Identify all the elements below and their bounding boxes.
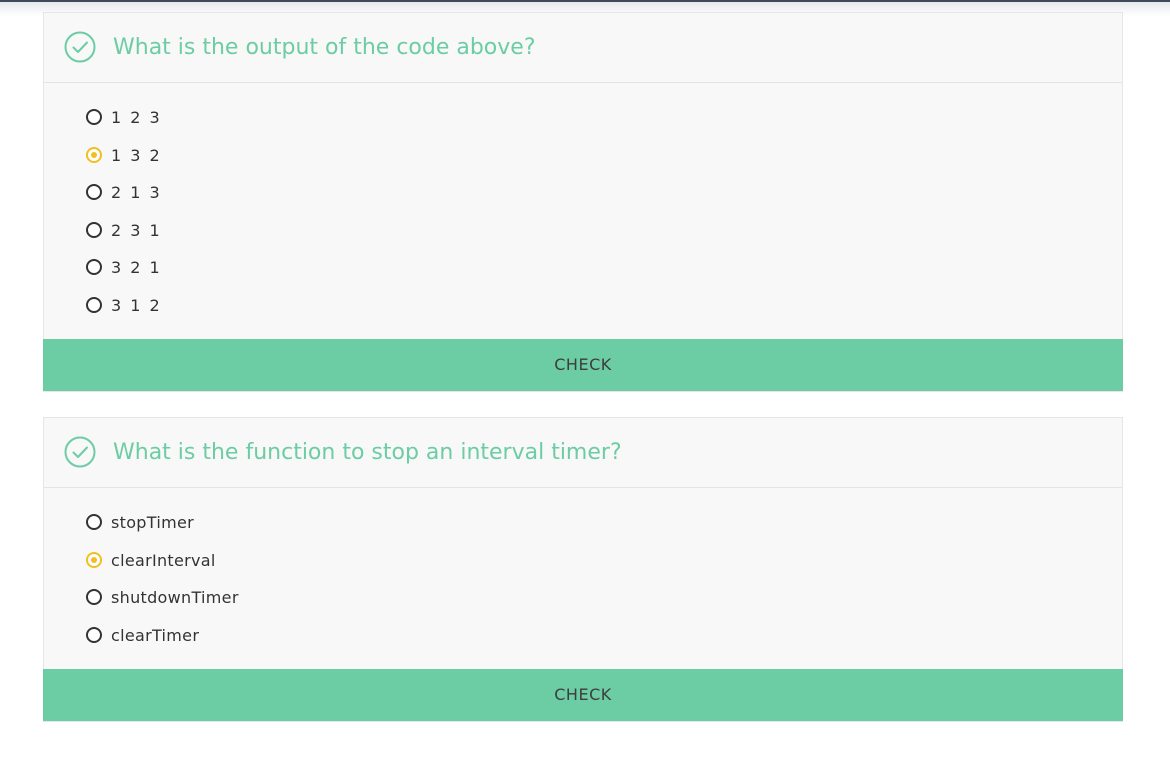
check-button[interactable]: CHECK [43,339,1123,391]
option-label: 1 3 2 [111,145,162,165]
option-radio[interactable]: clearTimer [86,625,199,645]
quiz-header: What is the output of the code above? [44,13,1122,83]
option-label: shutdownTimer [111,587,239,607]
option-radio[interactable]: shutdownTimer [86,587,239,607]
check-button[interactable]: CHECK [43,669,1123,721]
radio-button[interactable] [86,184,102,200]
option-radio[interactable]: 3 1 2 [86,295,162,315]
option-radio[interactable]: 1 3 2 [86,145,162,165]
radio-button[interactable] [86,589,102,605]
option-label: 2 3 1 [111,220,162,240]
radio-button-selected[interactable] [86,147,102,163]
radio-button[interactable] [86,222,102,238]
check-circle-icon [64,31,96,63]
radio-button[interactable] [86,297,102,313]
quiz-card: What is the function to stop an interval… [43,417,1123,722]
option-radio[interactable]: 1 2 3 [86,107,162,127]
option-radio[interactable]: clearInterval [86,550,216,570]
option-label: 2 1 3 [111,182,162,202]
option-radio[interactable]: stopTimer [86,512,194,532]
option-label: 3 2 1 [111,257,162,277]
radio-button-selected[interactable] [86,552,102,568]
radio-button[interactable] [86,627,102,643]
option-label: stopTimer [111,512,194,532]
option-label: 3 1 2 [111,295,162,315]
option-label: clearTimer [111,625,200,645]
quiz-header: What is the function to stop an interval… [44,418,1122,488]
radio-button[interactable] [86,514,102,530]
option-radio[interactable]: 2 1 3 [86,182,162,202]
option-label: 1 2 3 [111,107,162,127]
question-title: What is the output of the code above? [113,35,536,60]
radio-button[interactable] [86,259,102,275]
option-label: clearInterval [111,550,216,570]
option-radio[interactable]: 2 3 1 [86,220,162,240]
radio-button[interactable] [86,109,102,125]
quiz-card: What is the output of the code above? 1 … [43,12,1123,392]
option-radio[interactable]: 3 2 1 [86,257,162,277]
question-title: What is the function to stop an interval… [113,440,622,465]
check-circle-icon [64,436,96,468]
